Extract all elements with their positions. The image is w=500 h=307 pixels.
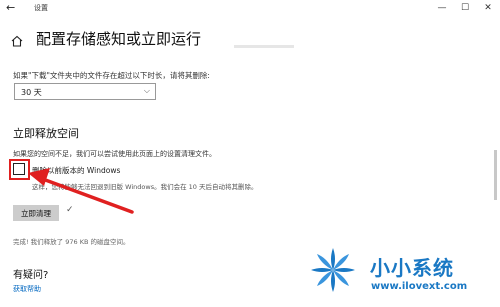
divider [234, 45, 294, 48]
delete-previous-windows-note: 这样，您将能够无法回退到旧版 Windows。我们会在 10 天后自动将其删除。 [32, 183, 258, 191]
maximize-button[interactable]: ☐ [455, 0, 475, 16]
chevron-down-icon: ⌵ [143, 86, 150, 95]
minimize-button[interactable]: — [432, 0, 452, 16]
page-title: 配置存储感知或立即运行 [36, 30, 202, 48]
get-help-link[interactable]: 获取帮助 [13, 284, 41, 294]
download-retention-label: 如果"下载"文件夹中的文件存在超过以下时长，请将其删除: [13, 71, 210, 80]
dropdown-value: 30 天 [21, 88, 42, 97]
app-title: 设置 [34, 4, 48, 12]
close-button[interactable]: ✕ [478, 0, 498, 16]
delete-previous-windows-label: 删除以前版本的 Windows [32, 166, 121, 175]
download-retention-dropdown[interactable]: 30 天 ⌵ [14, 83, 156, 100]
free-space-heading: 立即释放空间 [13, 127, 79, 140]
back-arrow-icon[interactable]: ← [6, 1, 22, 15]
watermark-logo [311, 248, 355, 292]
home-icon[interactable] [11, 35, 23, 47]
scrollbar[interactable] [494, 150, 497, 200]
clean-now-button[interactable]: 立即清理 [13, 205, 59, 221]
watermark-name: 小小系统 [370, 256, 454, 280]
delete-previous-windows-checkbox[interactable] [13, 163, 25, 175]
watermark-url: www.ilovext.com [371, 281, 468, 292]
free-space-description: 如果您的空间不足，我们可以尝试使用此页面上的设置清理文件。 [13, 150, 216, 158]
title-bar: ← 设置 — ☐ ✕ [0, 0, 500, 17]
check-icon: ✓ [66, 205, 74, 215]
help-heading: 有疑问? [13, 270, 49, 281]
cleanup-result-text: 完成! 我们释放了 976 KB 的磁盘空间。 [13, 238, 130, 246]
